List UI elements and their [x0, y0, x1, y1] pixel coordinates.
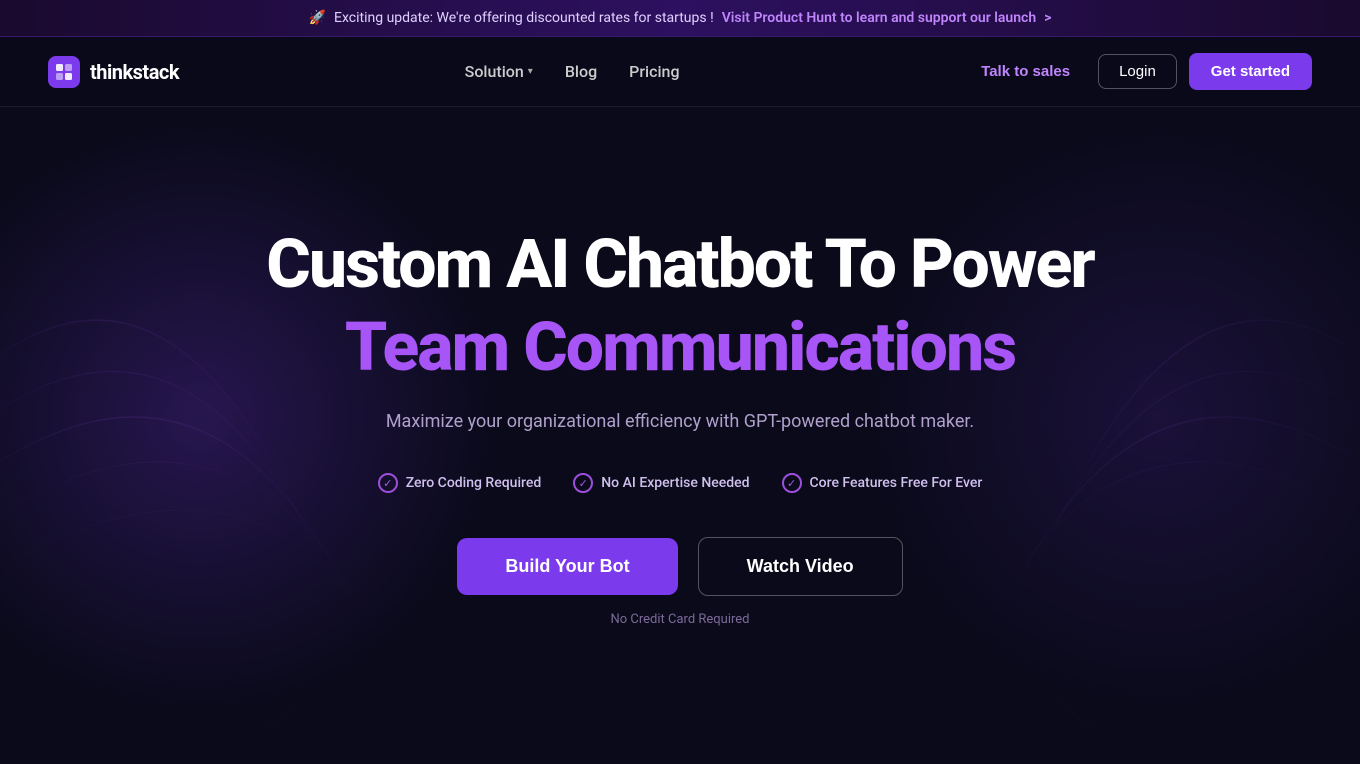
announcement-text: Exciting update: We're offering discount… [334, 10, 714, 26]
feature-badge-label-2: Core Features Free For Ever [810, 475, 983, 491]
logo[interactable]: thinkstack [48, 56, 179, 88]
check-icon-2: ✓ [782, 473, 802, 493]
no-credit-card-text: No Credit Card Required [266, 612, 1093, 627]
logo-icon [48, 56, 80, 88]
chevron-down-icon: ▾ [528, 66, 533, 77]
get-started-button[interactable]: Get started [1189, 53, 1312, 90]
logo-text: thinkstack [90, 60, 179, 84]
feature-badge-1: ✓ No AI Expertise Needed [573, 473, 749, 493]
announcement-bar: 🚀 Exciting update: We're offering discou… [0, 0, 1360, 37]
rocket-icon: 🚀 [309, 10, 326, 26]
watch-video-button[interactable]: Watch Video [698, 537, 903, 596]
hero-section: Custom AI Chatbot To Power Team Communic… [0, 107, 1360, 727]
build-your-bot-button[interactable]: Build Your Bot [457, 538, 677, 595]
nav-actions: Talk to sales Login Get started [965, 53, 1312, 90]
feature-badges: ✓ Zero Coding Required ✓ No AI Expertise… [266, 473, 1093, 493]
nav-item-pricing[interactable]: Pricing [629, 62, 679, 81]
feature-badge-label-1: No AI Expertise Needed [601, 475, 749, 491]
announcement-link[interactable]: Visit Product Hunt to learn and support … [722, 10, 1036, 26]
hero-headline-line1: Custom AI Chatbot To Power [266, 227, 1093, 302]
cta-buttons: Build Your Bot Watch Video [266, 537, 1093, 596]
check-icon-1: ✓ [573, 473, 593, 493]
login-button[interactable]: Login [1098, 54, 1177, 89]
check-icon-0: ✓ [378, 473, 398, 493]
feature-badge-0: ✓ Zero Coding Required [378, 473, 542, 493]
feature-badge-2: ✓ Core Features Free For Ever [782, 473, 983, 493]
nav-item-blog[interactable]: Blog [565, 62, 597, 81]
feature-badge-label-0: Zero Coding Required [406, 475, 542, 491]
navbar: thinkstack Solution ▾ Blog Pricing Talk … [0, 37, 1360, 107]
hero-headline-line2: Team Communications [266, 310, 1093, 385]
hero-content: Custom AI Chatbot To Power Team Communic… [266, 227, 1093, 627]
talk-to-sales-button[interactable]: Talk to sales [965, 55, 1086, 88]
announcement-arrow: > [1044, 10, 1051, 26]
nav-links: Solution ▾ Blog Pricing [465, 62, 680, 81]
nav-item-solution[interactable]: Solution ▾ [465, 62, 533, 81]
hero-subtext: Maximize your organizational efficiency … [340, 408, 1020, 437]
